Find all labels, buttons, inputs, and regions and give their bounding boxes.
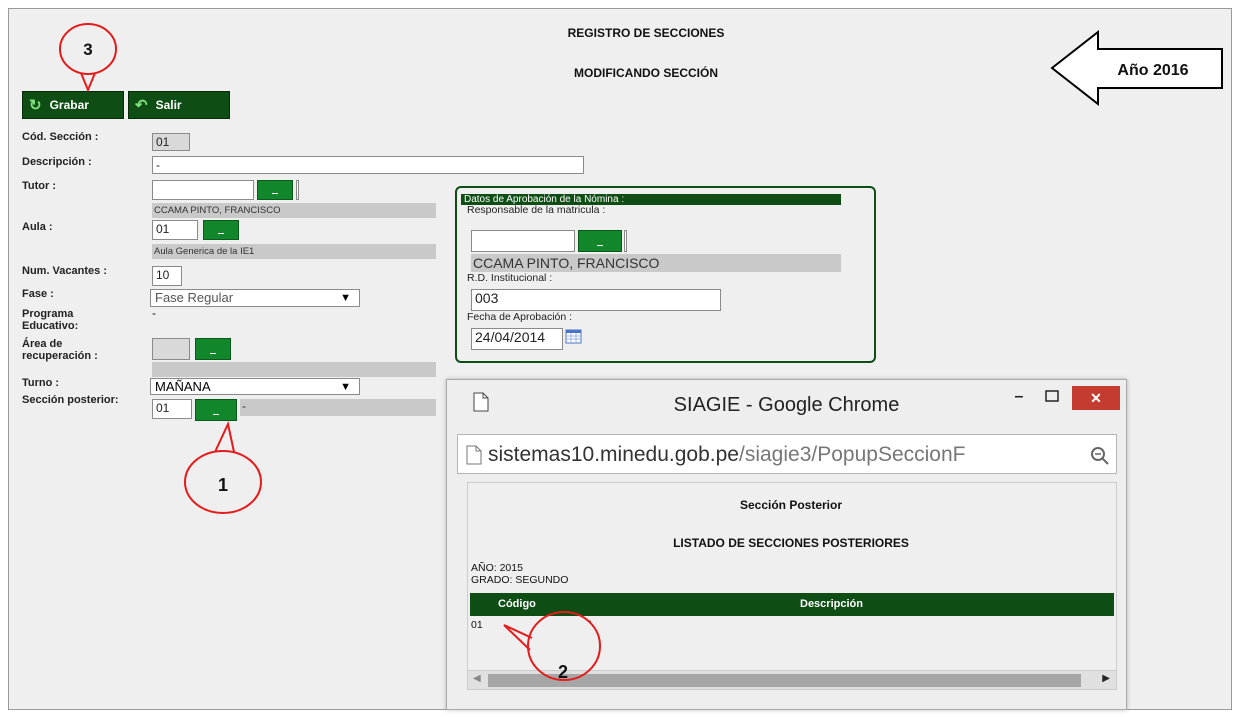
programa-value: -: [152, 306, 156, 320]
seccion-posterior-field[interactable]: 01: [152, 399, 192, 419]
cod-seccion-label: Cód. Sección :: [22, 131, 99, 143]
aula-field[interactable]: 01: [152, 220, 198, 240]
area-name: [152, 362, 436, 377]
zoom-icon[interactable]: [1090, 446, 1110, 466]
return-arrow-icon: ↶: [135, 96, 148, 114]
turno-select[interactable]: MAÑANA ▼: [150, 378, 360, 395]
url-bar[interactable]: sistemas10.minedu.gob.pe/siagie3/PopupSe…: [457, 434, 1117, 474]
column-header-descripcion: Descripción: [800, 598, 863, 610]
save-button-label: Grabar: [49, 98, 89, 112]
vacantes-field[interactable]: 10: [152, 266, 182, 286]
page-icon: [466, 445, 482, 465]
row-codigo: 01: [471, 619, 483, 631]
vacantes-label: Num. Vacantes :: [22, 265, 107, 277]
fase-select-value: Fase Regular: [155, 290, 234, 305]
exit-button[interactable]: ↶ Salir: [128, 91, 230, 119]
aula-name: Aula Generica de la IE1: [152, 244, 436, 259]
cod-seccion-field[interactable]: 01: [152, 133, 190, 151]
callout-1-number: 1: [217, 475, 228, 495]
popup-list-title: LISTADO DE SECCIONES POSTERIORES: [673, 536, 909, 550]
fase-label: Fase :: [22, 288, 54, 300]
page-title: REGISTRO DE SECCIONES: [567, 26, 725, 40]
seccion-posterior-desc: -: [240, 399, 436, 416]
tutor-name: CCAMA PINTO, FRANCISCO: [152, 203, 436, 218]
aula-label: Aula :: [22, 221, 53, 233]
close-icon[interactable]: ✕: [1072, 386, 1120, 410]
scroll-left-icon[interactable]: ◀: [473, 673, 481, 684]
exit-button-label: Salir: [155, 98, 182, 112]
tutor-label: Tutor :: [22, 180, 57, 192]
turno-label: Turno :: [22, 377, 60, 389]
dropdown-arrow-icon: ▼: [340, 381, 351, 393]
seccion-posterior-lookup-button[interactable]: [195, 399, 237, 421]
programa-label: Programa Educativo:: [22, 308, 79, 332]
refresh-icon: ↻: [29, 96, 42, 114]
fecha-field[interactable]: 24/04/2014: [471, 328, 563, 350]
year-label: Año 2016: [1117, 62, 1189, 79]
tutor-field-end: [296, 180, 299, 200]
descripcion-label: Descripción :: [22, 156, 92, 168]
callout-2-number: 2: [557, 662, 568, 682]
scroll-right-icon[interactable]: ▶: [1102, 673, 1110, 684]
tutor-field[interactable]: [152, 180, 254, 200]
responsable-name: CCAMA PINTO, FRANCISCO: [471, 254, 841, 272]
area-lookup-button[interactable]: [195, 338, 231, 360]
turno-select-value: MAÑANA: [155, 379, 211, 394]
rd-field[interactable]: 003: [471, 289, 721, 311]
url-host: sistemas10.minedu.gob.pe: [488, 443, 739, 466]
fase-select[interactable]: Fase Regular ▼: [150, 289, 360, 307]
dropdown-arrow-icon: ▼: [340, 292, 351, 304]
area-field[interactable]: [152, 338, 190, 360]
nomina-approval-panel: Datos de Aprobación de la Nómina : Respo…: [455, 186, 876, 363]
maximize-icon[interactable]: [1040, 388, 1064, 412]
callout-1-shape: [184, 420, 262, 514]
callout-3-number: 3: [83, 40, 93, 59]
responsable-label: Responsable de la matricula :: [467, 204, 606, 216]
page-subtitle: MODIFICANDO SECCIÓN: [574, 66, 718, 80]
tutor-lookup-button[interactable]: [257, 180, 293, 200]
responsable-field-end: [624, 230, 627, 252]
url-text: sistemas10.minedu.gob.pe/siagie3/PopupSe…: [488, 443, 965, 467]
descripcion-field[interactable]: -: [152, 156, 584, 174]
calendar-icon[interactable]: [565, 328, 583, 344]
aula-lookup-button[interactable]: [203, 220, 239, 240]
rd-label: R.D. Institucional :: [467, 272, 553, 284]
popup-grade-line: GRADO: SEGUNDO: [471, 574, 569, 586]
responsable-field[interactable]: [471, 230, 575, 252]
popup-year-line: AÑO: 2015: [471, 562, 523, 574]
url-path: /siagie3/PopupSeccionF: [739, 443, 966, 466]
area-label: Área de recuperación :: [22, 338, 98, 362]
responsable-lookup-button[interactable]: [578, 230, 622, 252]
popup-titlebar: SIAGIE - Google Chrome – ✕: [447, 380, 1126, 428]
popup-page-title: Sección Posterior: [739, 498, 843, 512]
minimize-icon[interactable]: –: [1007, 388, 1031, 412]
fecha-label: Fecha de Aprobación :: [467, 311, 573, 323]
seccion-posterior-label: Sección posterior:: [22, 394, 119, 406]
